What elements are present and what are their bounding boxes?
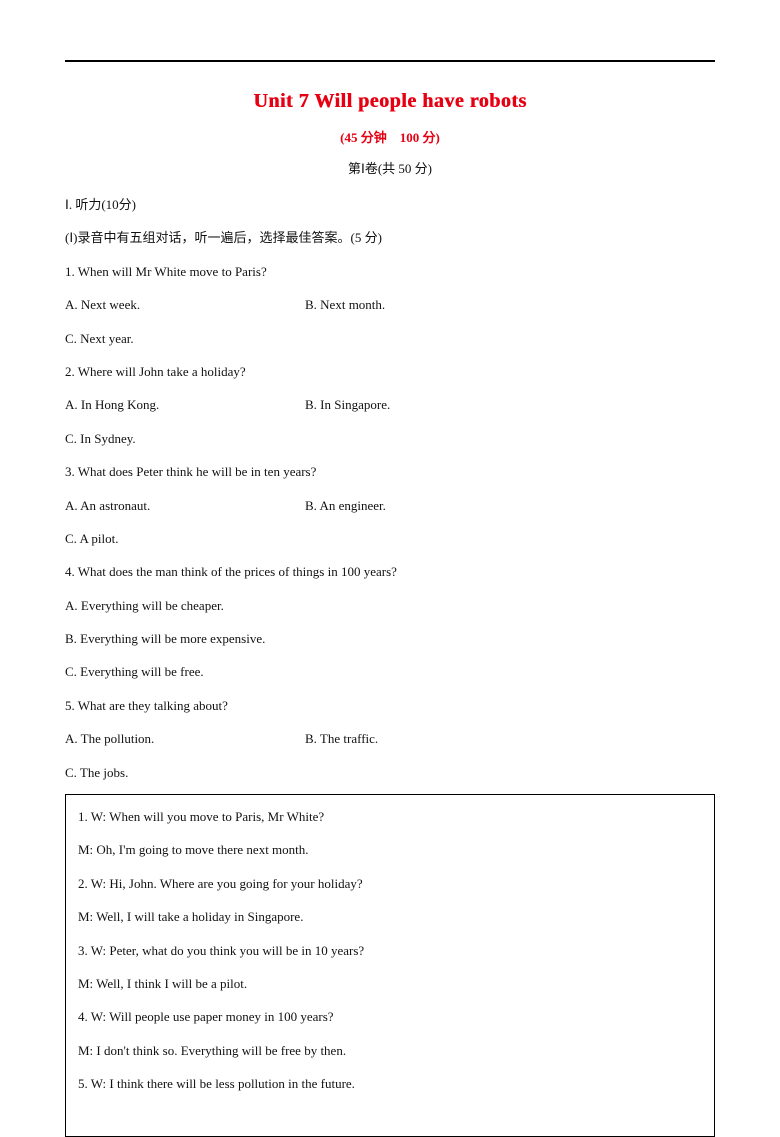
transcript-line-7: 4. W: Will people use paper money in 100… (78, 1005, 702, 1028)
q5-opt-a: A. The pollution. (65, 727, 305, 750)
q5-opt-b: B. The traffic. (305, 727, 378, 750)
paper-section: 第Ⅰ卷(共 50 分) (65, 158, 715, 177)
transcript-line-4: M: Well, I will take a holiday in Singap… (78, 905, 702, 928)
transcript-line-8: M: I don't think so. Everything will be … (78, 1039, 702, 1062)
q3-options-ab: A. An astronaut. B. An engineer. (65, 494, 715, 517)
q1-opt-b: B. Next month. (305, 293, 385, 316)
q5-text: 5. What are they talking about? (65, 694, 715, 717)
q2-text: 2. Where will John take a holiday? (65, 360, 715, 383)
transcript-line-3: 2. W: Hi, John. Where are you going for … (78, 872, 702, 895)
transcript-line-5: 3. W: Peter, what do you think you will … (78, 939, 702, 962)
transcript-line-1: 1. W: When will you move to Paris, Mr Wh… (78, 805, 702, 828)
q3-opt-a: A. An astronaut. (65, 494, 305, 517)
q1-opt-a: A. Next week. (65, 293, 305, 316)
q2-options-ab: A. In Hong Kong. B. In Singapore. (65, 393, 715, 416)
q1-text: 1. When will Mr White move to Paris? (65, 260, 715, 283)
q3-text: 3. What does Peter think he will be in t… (65, 460, 715, 483)
transcript-line-6: M: Well, I think I will be a pilot. (78, 972, 702, 995)
q1-options-ab: A. Next week. B. Next month. (65, 293, 715, 316)
transcript-line-9: 5. W: I think there will be less polluti… (78, 1072, 702, 1095)
q4-opt-c: C. Everything will be free. (65, 660, 715, 683)
q5-options-ab: A. The pollution. B. The traffic. (65, 727, 715, 750)
q4-opt-b: B. Everything will be more expensive. (65, 627, 715, 650)
q4-opt-a: A. Everything will be cheaper. (65, 594, 715, 617)
q2-opt-a: A. In Hong Kong. (65, 393, 305, 416)
unit-title: Unit 7 Will people have robots (65, 90, 715, 113)
q2-opt-b: B. In Singapore. (305, 393, 390, 416)
listening-heading: Ⅰ. 听力(10分) (65, 193, 715, 216)
q1-opt-c: C. Next year. (65, 327, 715, 350)
q4-text: 4. What does the man think of the prices… (65, 560, 715, 583)
q5-opt-c: C. The jobs. (65, 761, 715, 784)
transcript-box: 1. W: When will you move to Paris, Mr Wh… (65, 794, 715, 1137)
top-rule (65, 60, 715, 62)
time-score: (45 分钟 100 分) (65, 127, 715, 146)
transcript-line-2: M: Oh, I'm going to move there next mont… (78, 838, 702, 861)
q2-opt-c: C. In Sydney. (65, 427, 715, 450)
part1-instruction: (Ⅰ)录音中有五组对话，听一遍后，选择最佳答案。(5 分) (65, 226, 715, 249)
q3-opt-c: C. A pilot. (65, 527, 715, 550)
q3-opt-b: B. An engineer. (305, 494, 386, 517)
